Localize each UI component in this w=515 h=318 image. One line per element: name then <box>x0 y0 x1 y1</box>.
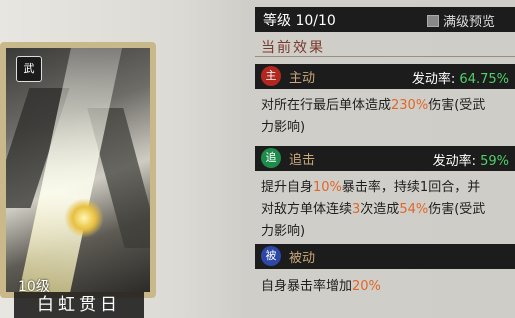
skill-type: 追击 <box>289 153 316 168</box>
trigger-rate: 发动率: 64.75% <box>411 72 509 87</box>
skill-header-active: 主 主动 发动率: 64.75% <box>255 64 515 89</box>
trigger-rate-value: 59% <box>480 154 509 169</box>
skill-header-passive: 被 被动 <box>255 244 515 269</box>
skill-detail-panel: 等级 10/10 满级预览 当前效果 主 主动 发动率: 64.75% 对所在行… <box>255 0 515 306</box>
level-text: 等级 10/10 <box>263 13 336 29</box>
passive-skill-icon: 被 <box>261 246 281 266</box>
card-art: 武 <box>6 48 150 292</box>
level-bar: 等级 10/10 满级预览 <box>255 7 515 32</box>
skill-header-pursuit: 追 追击 发动率: 59% <box>255 146 515 171</box>
skill-description: 对所在行最后单体造成230%伤害(受武 力影响) <box>261 98 486 135</box>
skill-type: 被动 <box>289 251 316 266</box>
max-level-preview-toggle[interactable]: 满级预览 <box>427 11 495 30</box>
pursuit-skill-icon: 追 <box>261 148 281 168</box>
skill-type: 主动 <box>289 71 316 86</box>
section-title: 当前效果 <box>255 37 515 57</box>
skill-category-badge: 武 <box>16 56 42 82</box>
preview-checkbox[interactable] <box>427 14 439 27</box>
active-skill-icon: 主 <box>261 66 281 86</box>
glow-effect <box>64 198 104 238</box>
preview-label: 满级预览 <box>443 15 496 30</box>
skill-card: 武 10级 白虹贯日 <box>0 42 156 318</box>
trigger-rate-value: 64.75% <box>459 72 509 87</box>
skill-description: 自身暴击率增加20% <box>261 279 381 294</box>
trigger-rate: 发动率: 59% <box>432 154 509 169</box>
card-name: 白虹贯日 <box>14 292 144 318</box>
skill-description: 提升自身10%暴击率，持续1回合，并 对敌方单体连续3次造成54%伤害(受武 力… <box>261 180 486 239</box>
